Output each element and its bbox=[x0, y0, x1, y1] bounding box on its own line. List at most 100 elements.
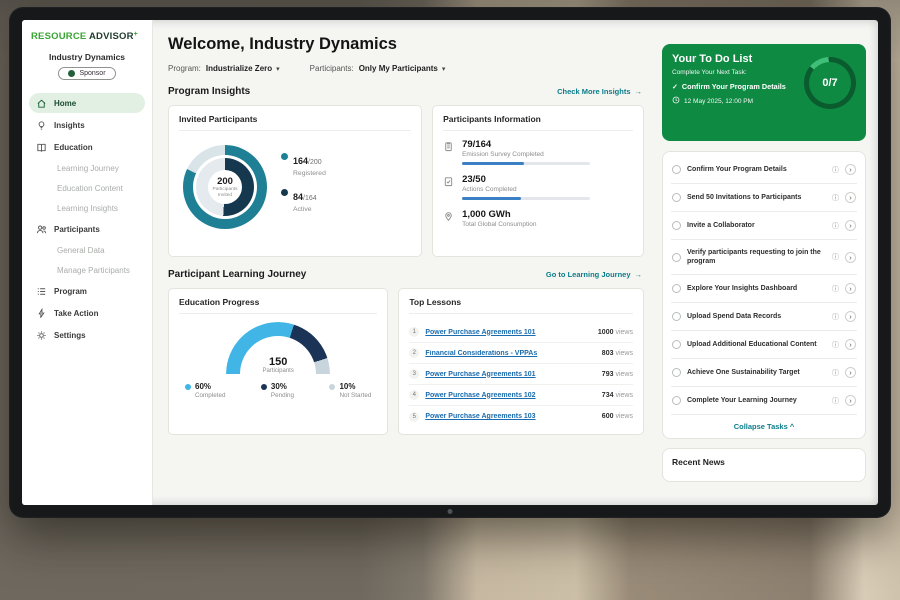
stat-value: 79/164 bbox=[462, 139, 590, 150]
task-checkbox[interactable] bbox=[672, 253, 681, 262]
info-icon[interactable]: ⓘ bbox=[832, 312, 839, 322]
lesson-link[interactable]: Power Purchase Agreements 101 bbox=[425, 371, 595, 378]
stat-emission-survey: 79/164 Emission Survey Completed bbox=[443, 139, 633, 165]
program-filter-label: Program: bbox=[168, 64, 201, 73]
chevron-right-icon[interactable]: › bbox=[845, 367, 856, 378]
clipboard-icon bbox=[443, 139, 454, 157]
progress-fill bbox=[462, 162, 523, 165]
task-checkbox[interactable] bbox=[672, 165, 681, 174]
go-to-learning-journey-link[interactable]: Go to Learning Journey → bbox=[546, 270, 642, 279]
lesson-link[interactable]: Power Purchase Agreements 101 bbox=[425, 329, 592, 336]
chevron-right-icon[interactable]: › bbox=[845, 339, 856, 350]
legend-item-pending: 30% Pending bbox=[261, 382, 294, 399]
sidebar-item-learning-journey[interactable]: Learning Journey bbox=[29, 159, 145, 177]
info-icon[interactable]: ⓘ bbox=[832, 284, 839, 294]
task-row[interactable]: Verify participants requesting to join t… bbox=[671, 240, 857, 275]
sidebar-item-label: General Data bbox=[57, 246, 105, 255]
lesson-row: 1 Power Purchase Agreements 101 1000view… bbox=[409, 322, 633, 343]
legend-value: 60% bbox=[195, 382, 211, 391]
education-progress-card: Education Progress 150 Participants bbox=[168, 288, 388, 435]
app-window: RESOURCE ADVISOR+ Industry Dynamics Spon… bbox=[22, 20, 878, 505]
link-label: Go to Learning Journey bbox=[546, 270, 631, 279]
collapse-tasks-link[interactable]: Collapse Tasks ^ bbox=[671, 415, 857, 436]
stat-label: Total Global Consumption bbox=[462, 221, 536, 228]
chevron-right-icon[interactable]: › bbox=[845, 283, 856, 294]
sidebar: RESOURCE ADVISOR+ Industry Dynamics Spon… bbox=[22, 20, 153, 505]
info-icon[interactable]: ⓘ bbox=[832, 252, 839, 262]
info-icon[interactable]: ⓘ bbox=[832, 221, 839, 231]
sidebar-item-label: Take Action bbox=[54, 309, 98, 318]
task-checkbox[interactable] bbox=[672, 396, 681, 405]
stat-label: Emission Survey Completed bbox=[462, 151, 590, 158]
task-checkbox[interactable] bbox=[672, 284, 681, 293]
sidebar-item-manage-participants[interactable]: Manage Participants bbox=[29, 261, 145, 279]
sidebar-item-learning-insights[interactable]: Learning Insights bbox=[29, 199, 145, 217]
task-row[interactable]: Achieve One Sustainability Target ⓘ › bbox=[671, 359, 857, 387]
task-checkbox[interactable] bbox=[672, 368, 681, 377]
program-filter-value: Industrialize Zero bbox=[206, 64, 272, 73]
filter-bar: Program: Industrialize Zero ▾ Participan… bbox=[168, 64, 644, 73]
lesson-rank: 1 bbox=[409, 327, 419, 337]
lesson-link[interactable]: Financial Considerations - VPPAs bbox=[425, 350, 595, 357]
donut-legend: 164/200 Registered 84/164 Active bbox=[281, 151, 326, 223]
task-checkbox[interactable] bbox=[672, 312, 681, 321]
task-checkbox[interactable] bbox=[672, 221, 681, 230]
education-gauge-chart: 150 Participants bbox=[226, 322, 330, 374]
gear-icon bbox=[36, 330, 47, 341]
chevron-right-icon[interactable]: › bbox=[845, 192, 856, 203]
chevron-right-icon[interactable]: › bbox=[845, 252, 856, 263]
sidebar-item-insights[interactable]: Insights bbox=[29, 115, 145, 135]
book-icon bbox=[36, 142, 47, 153]
info-icon[interactable]: ⓘ bbox=[832, 340, 839, 350]
task-row[interactable]: Explore Your Insights Dashboard ⓘ › bbox=[671, 275, 857, 303]
task-row[interactable]: Upload Spend Data Records ⓘ › bbox=[671, 303, 857, 331]
sidebar-item-settings[interactable]: Settings bbox=[29, 325, 145, 345]
lesson-rank: 4 bbox=[409, 390, 419, 400]
sidebar-item-label: Insights bbox=[54, 121, 85, 130]
info-icon[interactable]: ⓘ bbox=[832, 396, 839, 406]
sidebar-item-participants[interactable]: Participants bbox=[29, 219, 145, 239]
chevron-right-icon[interactable]: › bbox=[845, 164, 856, 175]
legend-value: 30% bbox=[271, 382, 287, 391]
lesson-views-unit: views bbox=[615, 329, 633, 336]
right-panel: Your To Do List Complete Your Next Task:… bbox=[654, 20, 878, 505]
sidebar-item-label: Participants bbox=[54, 225, 100, 234]
task-checkbox[interactable] bbox=[672, 193, 681, 202]
task-checkbox[interactable] bbox=[672, 340, 681, 349]
sidebar-item-program[interactable]: Program bbox=[29, 281, 145, 301]
sidebar-item-education[interactable]: Education bbox=[29, 137, 145, 157]
sidebar-item-general-data[interactable]: General Data bbox=[29, 241, 145, 259]
gauge-center: 150 Participants bbox=[226, 356, 330, 374]
lesson-link[interactable]: Power Purchase Agreements 102 bbox=[425, 392, 595, 399]
chevron-right-icon[interactable]: › bbox=[845, 220, 856, 231]
task-label: Invite a Collaborator bbox=[687, 221, 826, 230]
legend-total: /164 bbox=[303, 195, 317, 202]
task-row[interactable]: Upload Additional Educational Content ⓘ … bbox=[671, 331, 857, 359]
lesson-views-unit: views bbox=[615, 371, 633, 378]
gauge-label: Participants bbox=[226, 368, 330, 374]
lesson-views-unit: views bbox=[615, 392, 633, 399]
sidebar-item-label: Settings bbox=[54, 331, 86, 340]
task-row[interactable]: Complete Your Learning Journey ⓘ › bbox=[671, 387, 857, 415]
info-icon[interactable]: ⓘ bbox=[832, 193, 839, 203]
info-icon[interactable]: ⓘ bbox=[832, 165, 839, 175]
participants-filter[interactable]: Participants: Only My Participants ▾ bbox=[310, 64, 446, 73]
sponsor-badge-label: Sponsor bbox=[79, 70, 105, 77]
chevron-right-icon[interactable]: › bbox=[845, 395, 856, 406]
top-lessons-card: Top Lessons 1 Power Purchase Agreements … bbox=[398, 288, 644, 435]
legend-item-not-started: 10% Not Started bbox=[329, 382, 371, 399]
recent-news-title: Recent News bbox=[672, 457, 725, 467]
task-row[interactable]: Confirm Your Program Details ⓘ › bbox=[671, 156, 857, 184]
lightbulb-icon bbox=[36, 120, 47, 131]
program-filter[interactable]: Program: Industrialize Zero ▾ bbox=[168, 64, 280, 73]
sidebar-item-take-action[interactable]: Take Action bbox=[29, 303, 145, 323]
check-more-insights-link[interactable]: Check More Insights → bbox=[557, 87, 642, 96]
task-row[interactable]: Invite a Collaborator ⓘ › bbox=[671, 212, 857, 240]
sidebar-item-education-content[interactable]: Education Content bbox=[29, 179, 145, 197]
sidebar-item-label: Home bbox=[54, 99, 76, 108]
sidebar-item-home[interactable]: Home bbox=[29, 93, 145, 113]
info-icon[interactable]: ⓘ bbox=[832, 368, 839, 378]
lesson-link[interactable]: Power Purchase Agreements 103 bbox=[425, 413, 595, 420]
chevron-right-icon[interactable]: › bbox=[845, 311, 856, 322]
task-row[interactable]: Send 50 Invitations to Participants ⓘ › bbox=[671, 184, 857, 212]
